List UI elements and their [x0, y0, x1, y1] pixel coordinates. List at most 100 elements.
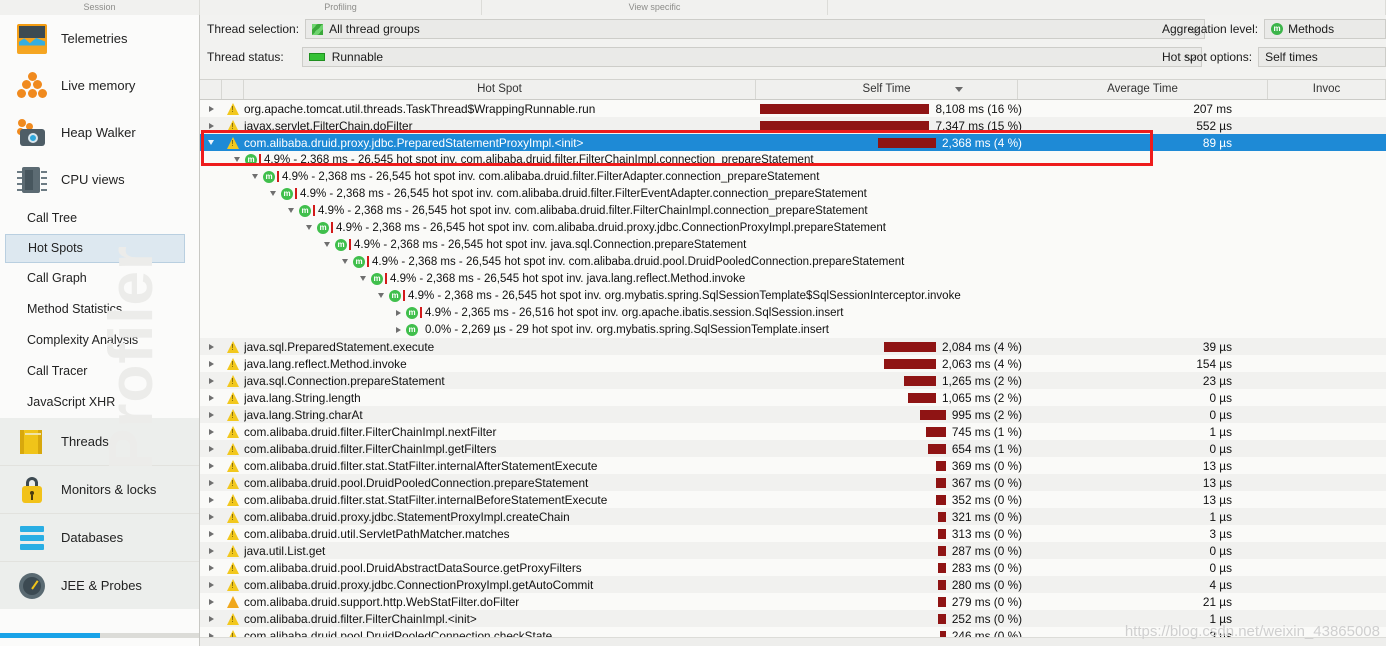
- sidebar-item-label: Live memory: [61, 78, 136, 93]
- hot-spots-table[interactable]: org.apache.tomcat.util.threads.TaskThrea…: [200, 100, 1386, 646]
- expand-toggle[interactable]: [200, 581, 222, 588]
- table-row[interactable]: com.alibaba.druid.util.ServletPathMatche…: [200, 525, 1386, 542]
- sidebar-item-threads[interactable]: Threads: [0, 418, 199, 465]
- hotspot-options-dropdown[interactable]: Self times: [1258, 47, 1386, 67]
- table-row[interactable]: org.apache.tomcat.util.threads.TaskThrea…: [200, 100, 1386, 117]
- hotspot-options-row: Hot spot options: Self times: [1162, 43, 1386, 71]
- expand-toggle[interactable]: [200, 343, 222, 350]
- sidebar-item-call-tracer[interactable]: Call Tracer: [0, 356, 199, 387]
- table-row[interactable]: com.alibaba.druid.filter.FilterChainImpl…: [200, 610, 1386, 627]
- column-header-average-time[interactable]: Average Time: [1018, 80, 1268, 99]
- column-header-hot-spot[interactable]: Hot Spot: [244, 80, 756, 99]
- expand-toggle[interactable]: [200, 479, 222, 486]
- expand-toggle[interactable]: [200, 105, 222, 112]
- expand-toggle[interactable]: [200, 598, 222, 605]
- thread-selection-dropdown[interactable]: All thread groups: [305, 19, 1206, 39]
- chevron-right-icon: [208, 581, 214, 588]
- expand-toggle[interactable]: [200, 377, 222, 384]
- self-time-bar: [937, 528, 946, 539]
- sidebar-item-label: Heap Walker: [61, 125, 136, 140]
- chevron-down-icon[interactable]: [270, 191, 276, 196]
- table-row[interactable]: com.alibaba.druid.filter.FilterChainImpl…: [200, 423, 1386, 440]
- table-row[interactable]: com.alibaba.druid.pool.DruidPooledConnec…: [200, 474, 1386, 491]
- tab-profiling[interactable]: Profiling: [200, 0, 482, 15]
- expand-toggle[interactable]: [200, 496, 222, 503]
- expand-toggle[interactable]: [200, 411, 222, 418]
- sidebar-item-javascript-xhr[interactable]: JavaScript XHR: [0, 387, 199, 418]
- expand-toggle[interactable]: [200, 615, 222, 622]
- call-tree-node[interactable]: m 4.9% - 2,368 ms - 26,545 hot spot inv. …: [200, 202, 1386, 219]
- table-row[interactable]: com.alibaba.druid.proxy.jdbc.PreparedSta…: [200, 134, 1386, 151]
- expand-toggle[interactable]: [200, 547, 222, 554]
- table-row[interactable]: java.sql.Connection.prepareStatement 1,26…: [200, 372, 1386, 389]
- chevron-down-icon[interactable]: [360, 276, 366, 281]
- expand-toggle[interactable]: [200, 530, 222, 537]
- call-tree-node[interactable]: m 4.9% - 2,368 ms - 26,545 hot spot inv. …: [200, 185, 1386, 202]
- chevron-down-icon[interactable]: [378, 293, 384, 298]
- table-row[interactable]: javax.servlet.FilterChain.doFilter 7,347 …: [200, 117, 1386, 134]
- table-row[interactable]: java.lang.String.charAt 995 ms (2 %) 0 µs: [200, 406, 1386, 423]
- table-row[interactable]: com.alibaba.druid.support.http.WebStatFi…: [200, 593, 1386, 610]
- column-header-self-time[interactable]: Self Time: [756, 80, 1018, 99]
- sidebar-item-jee-probes[interactable]: JEE & Probes: [0, 562, 199, 609]
- expand-toggle[interactable]: [200, 360, 222, 367]
- expand-toggle[interactable]: [200, 428, 222, 435]
- chevron-right-icon: [208, 547, 214, 554]
- sidebar-item-call-tree[interactable]: Call Tree: [0, 203, 199, 234]
- sidebar-item-live-memory[interactable]: Live memory: [0, 62, 199, 109]
- sidebar-item-databases[interactable]: Databases: [0, 514, 199, 561]
- table-row[interactable]: com.alibaba.druid.proxy.jdbc.StatementPr…: [200, 508, 1386, 525]
- expand-toggle[interactable]: [200, 445, 222, 452]
- tab-session[interactable]: Session: [0, 0, 200, 15]
- call-tree-node[interactable]: m 0.0% - 2,269 µs - 29 hot spot inv. org.…: [200, 321, 1386, 338]
- expand-toggle[interactable]: [200, 122, 222, 129]
- sidebar-item-hot-spots[interactable]: Hot Spots: [5, 234, 185, 263]
- warning-icon: [226, 442, 240, 455]
- table-row[interactable]: com.alibaba.druid.filter.stat.StatFilter…: [200, 457, 1386, 474]
- call-tree-node[interactable]: m 4.9% - 2,365 ms - 26,516 hot spot inv. …: [200, 304, 1386, 321]
- average-time-value: 3 µs: [1209, 526, 1232, 541]
- chevron-right-icon[interactable]: [396, 309, 401, 316]
- sidebar-item-method-statistics[interactable]: Method Statistics: [0, 294, 199, 325]
- call-tree-node[interactable]: m 4.9% - 2,368 ms - 26,545 hot spot inv. …: [200, 253, 1386, 270]
- chevron-down-icon[interactable]: [288, 208, 294, 213]
- sidebar-item-heap-walker[interactable]: Heap Walker: [0, 109, 199, 156]
- self-time-cell: 1,265 ms (2 %): [760, 374, 1022, 388]
- table-row[interactable]: java.lang.String.length 1,065 ms (2 %) 0 µ…: [200, 389, 1386, 406]
- collapse-toggle[interactable]: [200, 140, 222, 145]
- call-tree-node[interactable]: m 4.9% - 2,368 ms - 26,545 hot spot inv. …: [200, 236, 1386, 253]
- call-tree-node-label: 4.9% - 2,368 ms - 26,545 hot spot inv. o…: [408, 289, 961, 302]
- chevron-down-icon[interactable]: [252, 174, 258, 179]
- table-row[interactable]: com.alibaba.druid.pool.DruidAbstractData…: [200, 559, 1386, 576]
- chevron-down-icon[interactable]: [324, 242, 330, 247]
- table-row[interactable]: com.alibaba.druid.filter.stat.StatFilter…: [200, 491, 1386, 508]
- sidebar-item-complexity-analysis[interactable]: Complexity Analysis: [0, 325, 199, 356]
- table-row[interactable]: java.util.List.get 287 ms (0 %) 0 µs: [200, 542, 1386, 559]
- call-tree-node[interactable]: m 4.9% - 2,368 ms - 26,545 hot spot inv. …: [200, 151, 1386, 168]
- expand-toggle[interactable]: [200, 564, 222, 571]
- table-row[interactable]: java.lang.reflect.Method.invoke 2,063 ms …: [200, 355, 1386, 372]
- chevron-right-icon[interactable]: [396, 326, 401, 333]
- table-row[interactable]: com.alibaba.druid.proxy.jdbc.ConnectionP…: [200, 576, 1386, 593]
- sidebar-item-monitors-locks[interactable]: Monitors & locks: [0, 466, 199, 513]
- call-tree-node[interactable]: m 4.9% - 2,368 ms - 26,545 hot spot inv. …: [200, 270, 1386, 287]
- tab-view-specific[interactable]: View specific: [482, 0, 828, 15]
- column-header-invocations[interactable]: Invoc: [1268, 80, 1386, 99]
- expand-toggle[interactable]: [200, 394, 222, 401]
- chevron-down-icon[interactable]: [234, 157, 240, 162]
- sidebar-item-telemetries[interactable]: Telemetries: [0, 15, 199, 62]
- call-tree-node[interactable]: m 4.9% - 2,368 ms - 26,545 hot spot inv. …: [200, 287, 1386, 304]
- aggregation-level-dropdown[interactable]: m Methods: [1264, 19, 1386, 39]
- table-row[interactable]: com.alibaba.druid.filter.FilterChainImpl…: [200, 440, 1386, 457]
- table-row[interactable]: java.sql.PreparedStatement.execute 2,084 …: [200, 338, 1386, 355]
- expand-toggle[interactable]: [200, 513, 222, 520]
- warning-icon: [226, 459, 240, 472]
- sidebar-item-cpu-views[interactable]: CPU views: [0, 156, 199, 203]
- sidebar-item-call-graph[interactable]: Call Graph: [0, 263, 199, 294]
- chevron-down-icon[interactable]: [342, 259, 348, 264]
- chevron-down-icon[interactable]: [306, 225, 312, 230]
- call-tree-node[interactable]: m 4.9% - 2,368 ms - 26,545 hot spot inv. …: [200, 219, 1386, 236]
- call-tree-node[interactable]: m 4.9% - 2,368 ms - 26,545 hot spot inv. …: [200, 168, 1386, 185]
- expand-toggle[interactable]: [200, 462, 222, 469]
- thread-status-dropdown[interactable]: Runnable: [301, 47, 1202, 67]
